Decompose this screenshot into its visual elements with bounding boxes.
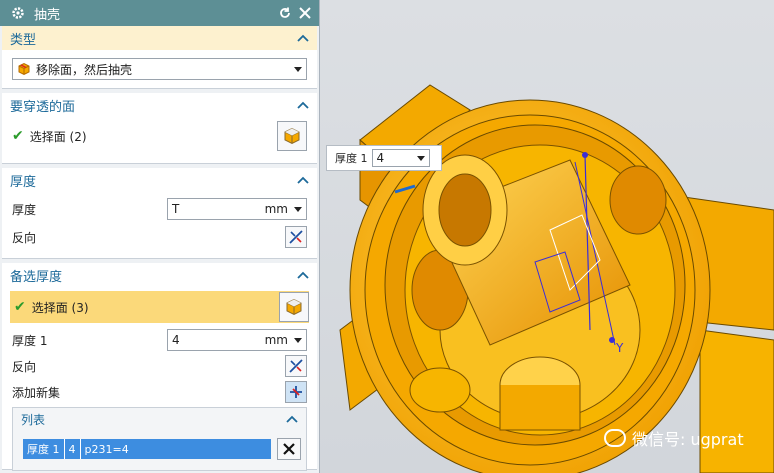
pierce-faces-group: 要穿透的面 ✔ 选择面 (2) bbox=[2, 93, 317, 164]
float-thickness-label: 厚度 1 bbox=[335, 152, 368, 165]
list-cell-name: 厚度 1 bbox=[23, 439, 65, 459]
thickness1-input[interactable]: 4 mm bbox=[167, 329, 307, 351]
reverse-direction-icon bbox=[289, 359, 303, 373]
close-icon[interactable] bbox=[297, 5, 313, 21]
float-thickness-dropdown[interactable]: 4 bbox=[371, 149, 430, 167]
thickness-input[interactable]: T mm bbox=[167, 198, 307, 220]
chevron-up-icon[interactable] bbox=[297, 101, 309, 109]
select-faces-label[interactable]: 选择面 (2) bbox=[30, 128, 277, 145]
floating-thickness-input[interactable]: 厚度 1 4 bbox=[326, 145, 442, 171]
reverse-label: 反向 bbox=[12, 230, 37, 245]
reverse-direction-button[interactable] bbox=[285, 226, 307, 248]
list-header[interactable]: 列表 bbox=[13, 408, 306, 430]
list-item[interactable]: 厚度 1 4 p231=4 bbox=[23, 439, 271, 459]
type-dropdown-value: 移除面，然后抽壳 bbox=[36, 62, 133, 77]
reverse-direction-icon bbox=[289, 230, 303, 244]
chevron-up-icon[interactable] bbox=[286, 415, 298, 423]
chevron-up-icon[interactable] bbox=[297, 34, 309, 42]
thickness-group: 厚度 厚度 T mm 反向 bbox=[2, 168, 317, 259]
face-cube-icon bbox=[286, 298, 302, 316]
float-thickness-value: 4 bbox=[376, 151, 385, 165]
dialog-titlebar: 抽壳 bbox=[0, 0, 319, 26]
pierce-group-header[interactable]: 要穿透的面 bbox=[2, 93, 317, 117]
alt-group-header[interactable]: 备选厚度 bbox=[2, 263, 317, 287]
alt-select-faces-row[interactable]: ✔ 选择面 (3) bbox=[10, 291, 309, 323]
thickness-group-header[interactable]: 厚度 bbox=[2, 168, 317, 192]
dialog-title: 抽壳 bbox=[34, 7, 61, 23]
thickness-unit: mm bbox=[264, 202, 288, 216]
thickness-label: 厚度 bbox=[12, 202, 37, 217]
thickness1-label: 厚度 1 bbox=[12, 333, 48, 348]
list-cell-count: 4 bbox=[65, 439, 81, 459]
list-title: 列表 bbox=[21, 412, 46, 427]
shell-part-model: Y bbox=[339, 84, 774, 473]
thickness1-unit: mm bbox=[264, 333, 288, 347]
type-group-title: 类型 bbox=[10, 32, 37, 48]
delete-item-button[interactable] bbox=[277, 438, 301, 460]
alt-reverse-label: 反向 bbox=[12, 359, 37, 374]
gear-icon[interactable] bbox=[10, 5, 26, 21]
alt-reverse-direction-button[interactable] bbox=[285, 355, 307, 377]
type-group: 类型 移除面，然后抽壳 bbox=[2, 26, 317, 89]
reset-icon[interactable] bbox=[277, 5, 293, 21]
pierce-group-title: 要穿透的面 bbox=[10, 99, 76, 115]
alt-face-selection-button[interactable] bbox=[279, 292, 309, 322]
dropdown-arrow-icon bbox=[294, 66, 302, 72]
chevron-up-icon[interactable] bbox=[297, 176, 309, 184]
watermark-text: 微信号: ugprat bbox=[632, 430, 744, 449]
thickness-group-title: 厚度 bbox=[10, 174, 37, 190]
add-set-icon bbox=[290, 386, 302, 398]
alt-thickness-list: 列表 厚度 1 4 p231=4 bbox=[12, 407, 307, 471]
close-icon bbox=[283, 443, 295, 455]
thickness-value: T bbox=[172, 202, 180, 216]
dropdown-arrow-icon bbox=[416, 155, 425, 161]
type-dropdown[interactable]: 移除面，然后抽壳 bbox=[12, 58, 307, 80]
type-group-header[interactable]: 类型 bbox=[2, 26, 317, 50]
shell-type-icon bbox=[18, 62, 30, 76]
face-selection-button[interactable] bbox=[277, 121, 307, 151]
graphics-viewport[interactable]: Y bbox=[320, 0, 774, 473]
list-cell-expression: p231=4 bbox=[84, 442, 129, 456]
checkmark-icon: ✔ bbox=[14, 299, 26, 315]
watermark: 微信号: ugprat bbox=[604, 426, 744, 450]
add-new-set-label: 添加新集 bbox=[12, 385, 61, 400]
alt-group-title: 备选厚度 bbox=[10, 269, 63, 285]
thickness1-value: 4 bbox=[172, 333, 180, 347]
dropdown-arrow-icon bbox=[294, 337, 302, 343]
y-axis-label: Y bbox=[615, 341, 624, 355]
chevron-up-icon[interactable] bbox=[297, 271, 309, 279]
alt-select-faces-label: 选择面 (3) bbox=[31, 300, 89, 315]
shell-dialog: 抽壳 类型 移除面，然后抽壳 要穿透的面 ✔ 选择面 (2) 厚度 厚度 T m… bbox=[0, 0, 320, 473]
checkmark-icon: ✔ bbox=[12, 128, 24, 144]
alternate-thickness-group: 备选厚度 ✔ 选择面 (3) 厚度 1 4 mm 反向 添加新集 列表 厚度 1… bbox=[2, 263, 317, 471]
dropdown-arrow-icon bbox=[294, 206, 302, 212]
add-new-set-button[interactable] bbox=[285, 381, 307, 403]
face-cube-icon bbox=[284, 127, 300, 145]
wechat-icon bbox=[604, 429, 626, 447]
